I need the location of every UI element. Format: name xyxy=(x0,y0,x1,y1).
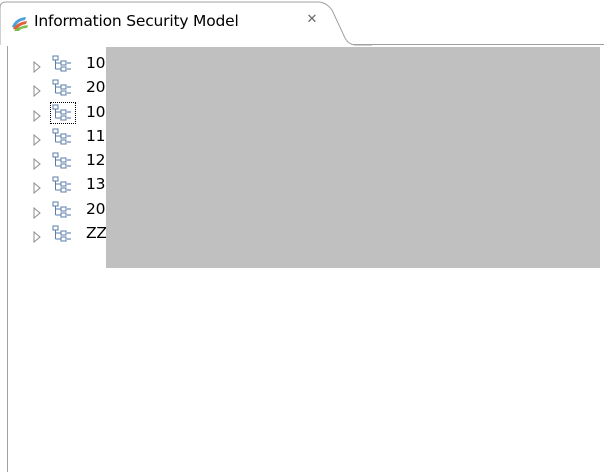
redaction-block xyxy=(106,47,600,268)
tree-item-label: 20 xyxy=(86,199,106,218)
information-security-model-view: Information Security Model ✕ 10 20 10 11… xyxy=(0,0,604,472)
structure-icon xyxy=(52,201,72,219)
structure-icon xyxy=(52,55,72,73)
tab-strip: Information Security Model ✕ xyxy=(0,0,604,46)
collapsed-arrow-icon[interactable] xyxy=(32,58,42,74)
tab-information-security-model[interactable]: Information Security Model ✕ xyxy=(0,0,372,46)
structure-icon xyxy=(52,152,72,170)
tab-title: Information Security Model xyxy=(34,12,239,30)
tree-item-label: 20 xyxy=(86,78,106,97)
tree-item-label: 12 xyxy=(86,151,106,170)
tree-item-label: 13 xyxy=(86,175,106,194)
collapsed-arrow-icon[interactable] xyxy=(32,107,42,122)
tree-item-label: 11 xyxy=(86,126,106,145)
model-icon xyxy=(11,14,29,32)
collapsed-arrow-icon[interactable] xyxy=(32,204,42,219)
tab-strip-divider xyxy=(340,44,604,45)
collapsed-arrow-icon[interactable] xyxy=(32,179,42,195)
tree-item-label: 10 xyxy=(86,102,106,121)
tree-item-label: 10 xyxy=(86,54,106,72)
structure-icon xyxy=(52,79,72,97)
structure-icon xyxy=(52,104,72,122)
structure-icon xyxy=(52,176,72,194)
collapsed-arrow-icon[interactable] xyxy=(32,131,42,146)
structure-icon xyxy=(52,128,72,146)
close-icon[interactable]: ✕ xyxy=(305,13,319,27)
structure-icon xyxy=(52,225,72,243)
collapsed-arrow-icon[interactable] xyxy=(32,82,42,98)
collapsed-arrow-icon[interactable] xyxy=(32,155,42,171)
collapsed-arrow-icon[interactable] xyxy=(32,228,42,244)
